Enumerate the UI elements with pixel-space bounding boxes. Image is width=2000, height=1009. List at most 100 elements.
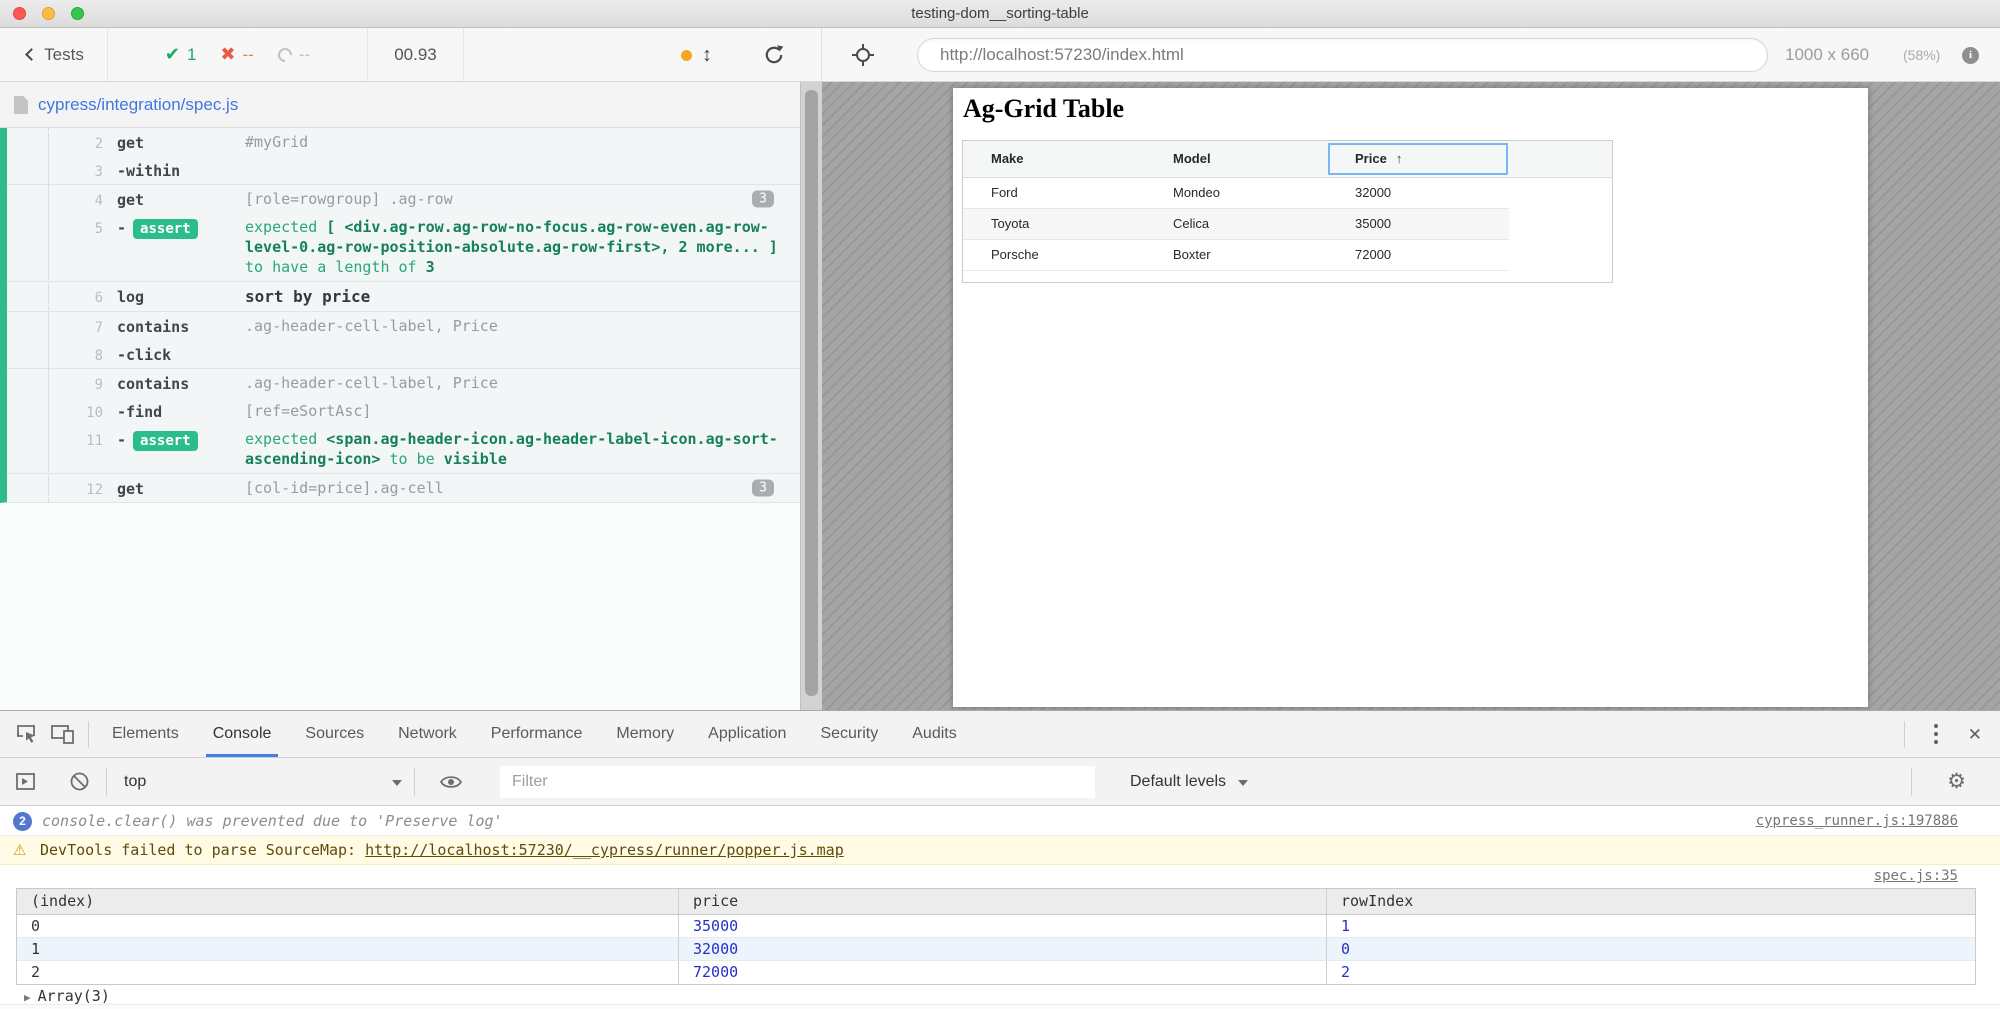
console-sidebar-toggle-icon[interactable] [14, 770, 38, 794]
grid-cell[interactable]: 72000 [1327, 240, 1509, 270]
command-row[interactable]: 2get#myGrid [7, 128, 800, 156]
assert-badge: assert [133, 431, 198, 451]
source-link[interactable]: cypress_runner.js:197886 [1756, 806, 1958, 836]
viewport-changed-dot-icon [681, 50, 692, 61]
command-row[interactable]: 3-within [7, 156, 800, 184]
toolbar-divider [88, 721, 89, 748]
runner-header: Tests ✔ 1 ✖ -- -- 00.93 ↕ [0, 28, 2000, 82]
back-label: Tests [44, 45, 84, 65]
tab-application[interactable]: Application [691, 711, 803, 757]
tab-memory[interactable]: Memory [599, 711, 691, 757]
tab-audits[interactable]: Audits [895, 711, 973, 757]
spec-file-link[interactable]: cypress/integration/spec.js [38, 82, 238, 128]
command-row[interactable]: 4get[role=rowgroup] .ag-row3 [7, 184, 800, 213]
filter-input[interactable] [500, 766, 1095, 798]
devtools-tabbar: ElementsConsoleSourcesNetworkPerformance… [0, 711, 2000, 758]
ag-grid-body: FordMondeo32000ToyotaCelica35000PorscheB… [963, 178, 1509, 271]
log-levels-select[interactable]: Default levels [1130, 758, 1248, 806]
clear-console-icon[interactable] [68, 770, 92, 794]
console-table-header[interactable]: (index) [17, 889, 678, 914]
element-count-badge: 3 [752, 191, 774, 208]
grid-cell[interactable]: Boxter [1145, 240, 1327, 270]
back-to-tests-button[interactable]: Tests [0, 28, 108, 81]
grid-cell[interactable]: 35000 [1327, 209, 1509, 239]
toolbar-divider [106, 768, 107, 796]
grid-cell[interactable]: Ford [963, 178, 1145, 208]
scroll-updown-icon[interactable]: ↕ [702, 28, 712, 82]
grid-cell[interactable]: 32000 [1327, 178, 1509, 208]
console-table-cell: 2 [1326, 961, 1975, 984]
settings-gear-icon[interactable]: ⚙ [1947, 758, 1966, 806]
close-devtools-icon[interactable]: ✕ [1968, 711, 1982, 758]
grid-row[interactable]: PorscheBoxter72000 [963, 240, 1509, 271]
more-options-icon[interactable] [1934, 724, 1938, 748]
console-table-header[interactable]: price [678, 889, 1326, 914]
device-toolbar-icon[interactable] [50, 722, 76, 746]
command-number: 6 [7, 290, 103, 306]
tab-elements[interactable]: Elements [95, 711, 196, 757]
console-table-cell: 0 [17, 915, 678, 937]
grid-header-make[interactable]: Make [963, 141, 1145, 177]
info-icon[interactable]: i [1962, 47, 1979, 64]
command-row[interactable]: 9contains.ag-header-cell-label, Price [7, 368, 800, 397]
viewport-scale: (58%) [1903, 28, 1940, 82]
grid-cell[interactable]: Mondeo [1145, 178, 1327, 208]
inspect-element-icon[interactable] [14, 722, 38, 746]
back-chevron-icon [25, 48, 38, 61]
aut-iframe: Ag-Grid Table MakeModelPrice↑ FordMondeo… [953, 88, 1868, 707]
console-message-info: 2 console.clear() was prevented due to '… [0, 806, 2000, 836]
console-table-header[interactable]: rowIndex [1326, 889, 1975, 914]
command-row[interactable]: 11-assertexpected <span.ag-header-icon.a… [7, 425, 800, 473]
console-table-cell: 1 [1326, 915, 1975, 937]
grid-header-price[interactable]: Price↑ [1327, 141, 1509, 177]
scrollbar-thumb[interactable] [805, 90, 818, 696]
command-row[interactable]: 6 log sort by price [7, 281, 800, 311]
command-row[interactable]: 5-assertexpected [ <div.ag-row.ag-row-no… [7, 213, 800, 281]
console-table-row: 1320000 [17, 938, 1975, 961]
window-title: testing-dom__sorting-table [0, 0, 2000, 28]
element-count-badge: 3 [752, 480, 774, 497]
panel-splitter-scrollbar[interactable] [800, 82, 822, 710]
command-number: 10 [7, 405, 103, 421]
tab-security[interactable]: Security [803, 711, 895, 757]
grid-header-model[interactable]: Model [1145, 141, 1327, 177]
command-number: 9 [7, 377, 103, 393]
stat-passed: ✔ 1 [165, 44, 197, 65]
refresh-icon[interactable] [763, 44, 785, 66]
console-table-row: 0350001 [17, 915, 1975, 938]
grid-cell[interactable]: Toyota [963, 209, 1145, 239]
command-number: 2 [7, 136, 103, 152]
command-row[interactable]: 8-click [7, 340, 800, 368]
console-table-cell: 2 [17, 961, 678, 984]
tab-sources[interactable]: Sources [288, 711, 381, 757]
grid-row[interactable]: ToyotaCelica35000 [963, 209, 1509, 240]
sourcemap-link[interactable]: http://localhost:57230/__cypress/runner/… [365, 841, 844, 859]
titlebar: testing-dom__sorting-table [0, 0, 2000, 28]
grid-cell[interactable]: Celica [1145, 209, 1327, 239]
stat-failed: ✖ -- [220, 44, 253, 65]
live-expression-eye-icon[interactable] [438, 770, 464, 794]
selector-playground-icon[interactable] [852, 44, 874, 66]
source-link[interactable]: spec.js:35 [1874, 865, 1958, 888]
command-row[interactable]: 7contains.ag-header-cell-label, Price [7, 311, 800, 340]
tab-performance[interactable]: Performance [474, 711, 600, 757]
dropdown-caret-icon [392, 780, 402, 786]
console-prompt-strip [0, 1004, 2000, 1009]
grid-row[interactable]: FordMondeo32000 [963, 178, 1509, 209]
command-number: 8 [7, 348, 103, 364]
tab-network[interactable]: Network [381, 711, 474, 757]
context-select[interactable]: top [124, 758, 410, 806]
assert-badge: assert [133, 219, 198, 239]
page-title: Ag-Grid Table [963, 94, 1124, 124]
grid-cell[interactable]: Porsche [963, 240, 1145, 270]
command-message: sort by price [245, 286, 793, 307]
tab-console[interactable]: Console [196, 711, 289, 757]
console-table-cell: 35000 [678, 915, 1326, 937]
command-row[interactable]: 10-find[ref=eSortAsc] [7, 397, 800, 425]
command-method: log [117, 288, 144, 306]
sort-ascending-icon: ↑ [1396, 151, 1403, 166]
array-expander[interactable]: ▶Array(3) [24, 987, 110, 1005]
command-row[interactable]: 12get[col-id=price].ag-cell3 [7, 473, 800, 502]
url-input[interactable]: http://localhost:57230/index.html [917, 38, 1768, 72]
check-icon: ✔ [165, 44, 180, 65]
